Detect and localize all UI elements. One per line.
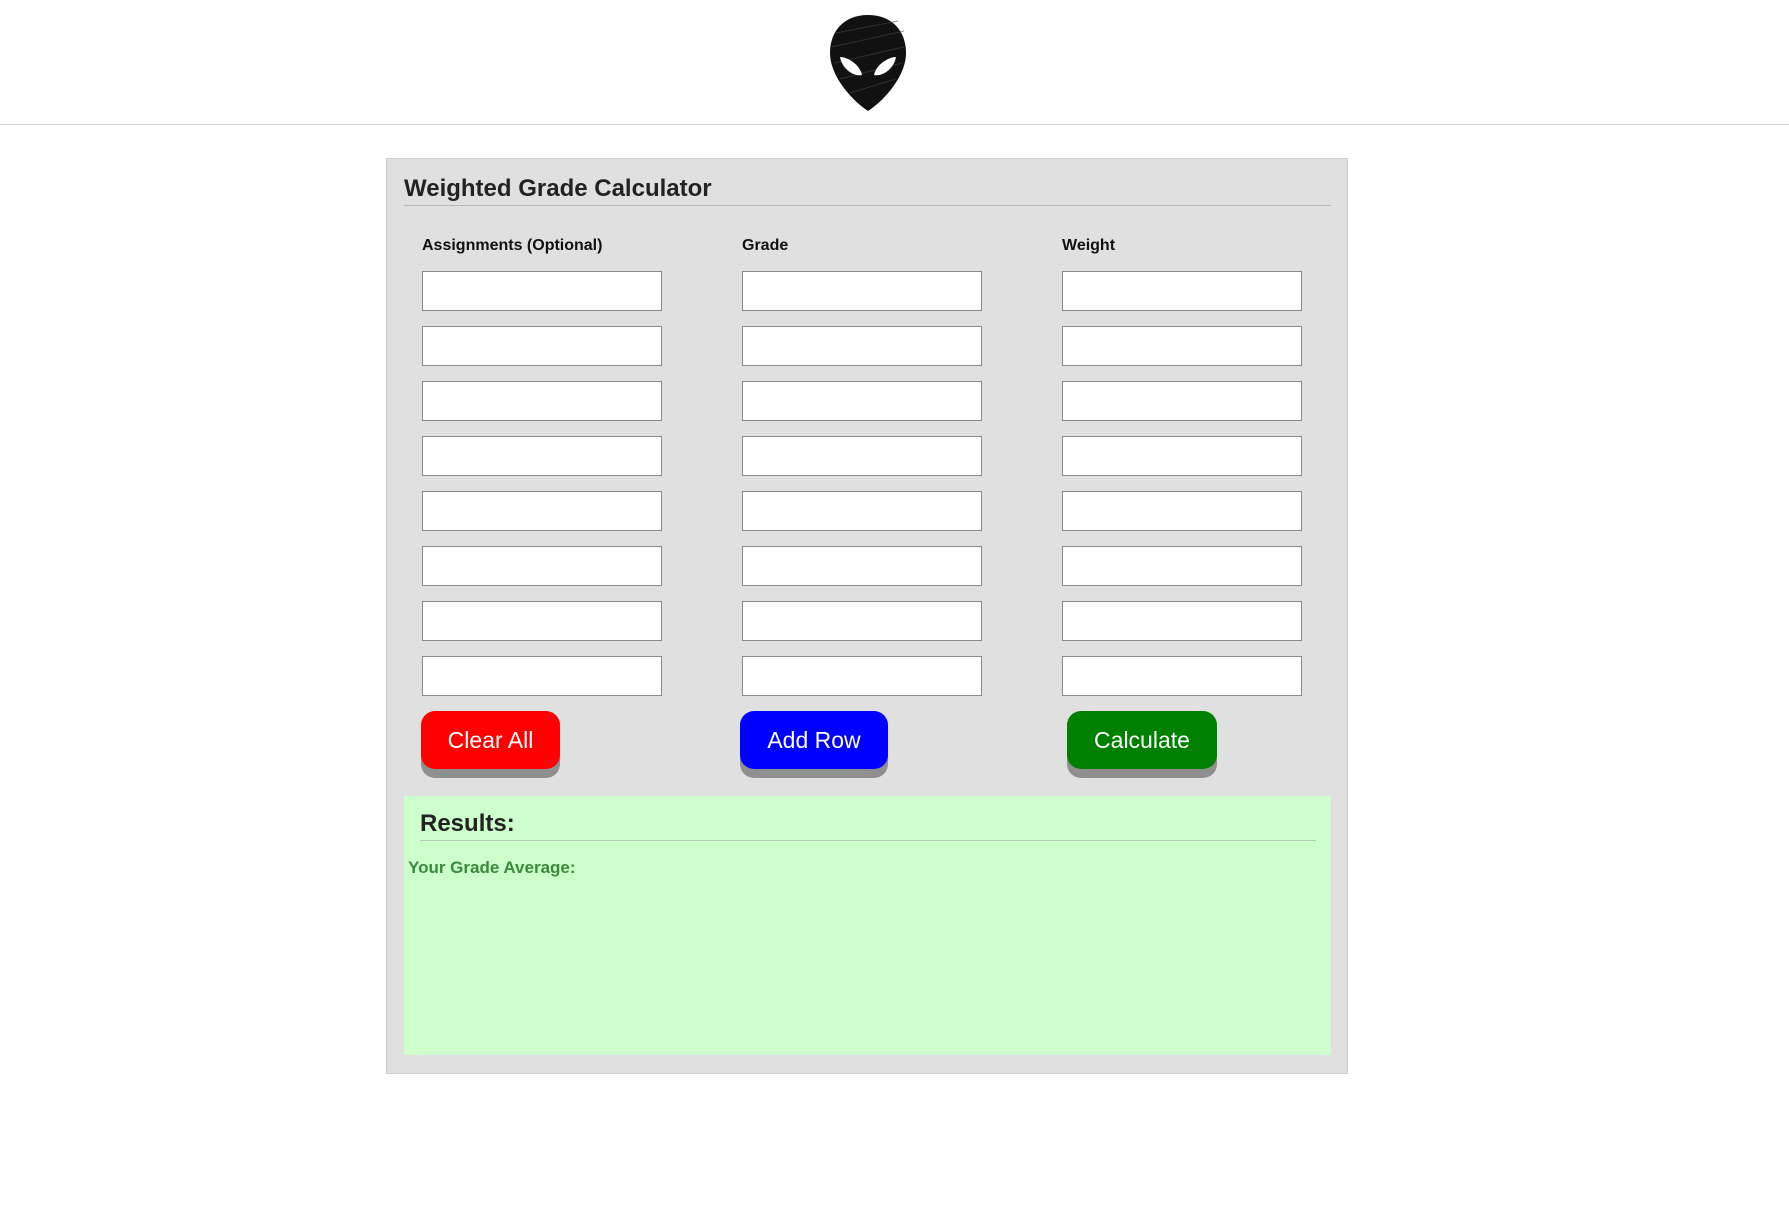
clear-all-button[interactable]: Clear All (421, 711, 560, 769)
grade-input[interactable] (742, 271, 982, 311)
add-row-button[interactable]: Add Row (740, 711, 888, 769)
weight-column-header: Weight (1062, 237, 1116, 254)
assignment-input[interactable] (422, 546, 662, 586)
weight-input[interactable] (1062, 436, 1302, 476)
grade-row (422, 326, 1312, 381)
assignment-input[interactable] (422, 601, 662, 641)
grade-row (422, 656, 1312, 711)
grade-row (422, 491, 1312, 546)
weight-input[interactable] (1062, 656, 1302, 696)
grade-input[interactable] (742, 381, 982, 421)
grade-row (422, 601, 1312, 656)
assignments-column-header: Assignments (Optional) (422, 237, 603, 254)
weight-input[interactable] (1062, 381, 1302, 421)
grade-column-header: Grade (742, 237, 789, 254)
weight-input[interactable] (1062, 326, 1302, 366)
grade-average-label: Your Grade Average: (408, 858, 576, 877)
results-panel: Results: Your Grade Average: (404, 796, 1331, 1055)
assignment-input[interactable] (422, 491, 662, 531)
assignment-input[interactable] (422, 326, 662, 366)
calculate-button[interactable]: Calculate (1067, 711, 1217, 769)
weight-input[interactable] (1062, 491, 1302, 531)
assignment-input[interactable] (422, 656, 662, 696)
assignment-input[interactable] (422, 271, 662, 311)
grade-input[interactable] (742, 436, 982, 476)
results-title: Results: (420, 810, 1316, 841)
alien-head-icon[interactable] (828, 13, 908, 113)
grade-input[interactable] (742, 601, 982, 641)
grade-row (422, 381, 1312, 436)
grade-rows (422, 271, 1312, 711)
grade-input[interactable] (742, 326, 982, 366)
calculator-panel: Weighted Grade Calculator Assignments (O… (386, 158, 1348, 1074)
weight-input[interactable] (1062, 271, 1302, 311)
grade-row (422, 436, 1312, 491)
assignment-input[interactable] (422, 381, 662, 421)
weight-input[interactable] (1062, 601, 1302, 641)
assignment-input[interactable] (422, 436, 662, 476)
grade-row (422, 546, 1312, 601)
weight-input[interactable] (1062, 546, 1302, 586)
grade-input[interactable] (742, 656, 982, 696)
calculator-title: Weighted Grade Calculator (404, 175, 1331, 206)
grade-input[interactable] (742, 546, 982, 586)
grade-input[interactable] (742, 491, 982, 531)
site-header (0, 0, 1789, 125)
grade-row (422, 271, 1312, 326)
